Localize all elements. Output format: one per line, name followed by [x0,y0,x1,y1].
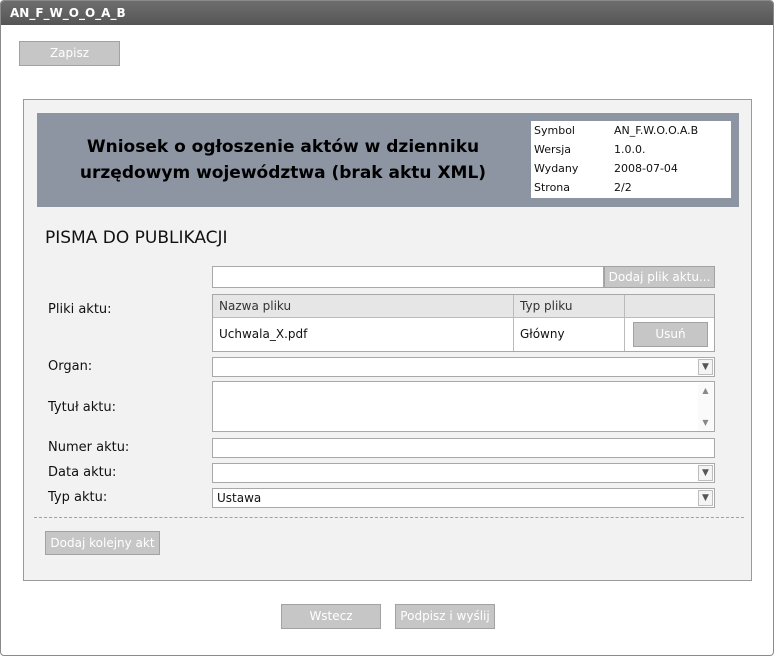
meta-value: 1.0.0. [614,143,646,156]
meta-key: Wydany [534,162,579,175]
divider [34,517,744,518]
file-name-cell: Uchwala_X.pdf [219,327,308,341]
arrow-up-icon[interactable]: ▲ [698,386,713,395]
files-table: Nazwa pliku Typ pliku Uchwala_X.pdf Głów… [212,294,715,352]
meta-key: Symbol [534,124,575,137]
form-header: Wniosek o ogłoszenie aktów w dzienniku u… [37,113,739,207]
type-label: Typ aktu: [48,490,108,505]
form-panel: Wniosek o ogłoszenie aktów w dzienniku u… [23,99,752,581]
number-input[interactable] [212,438,715,458]
date-select[interactable]: ▼ [212,463,715,483]
organ-select[interactable]: ▼ [212,357,715,377]
meta-value: 2008-07-04 [614,162,678,175]
type-select[interactable]: Ustawa ▼ [212,488,715,508]
app-window: AN_F_W_O_O_A_B Zapisz Wniosek o ogłoszen… [0,0,774,656]
add-file-button[interactable]: Dodaj plik aktu... [604,266,715,288]
section-title: PISMA DO PUBLIKACJI [45,228,228,248]
table-header: Nazwa pliku Typ pliku [213,295,714,318]
meta-key: Wersja [534,143,572,156]
add-another-act-button[interactable]: Dodaj kolejny akt [45,531,160,555]
title-textarea[interactable]: ▲ ▼ [212,381,715,432]
title-label: Tytuł aktu: [48,400,116,415]
meta-value: 2/2 [614,181,632,194]
form-title-line1: Wniosek o ogłoszenie aktów w dzienniku [86,137,480,157]
arrow-down-icon[interactable]: ▼ [698,418,713,427]
remove-file-button[interactable]: Usuń [633,322,708,347]
column-header-type: Typ pliku [520,299,573,313]
meta-value: AN_F.W.O.O.A.B [614,124,699,137]
date-label: Data aktu: [48,465,117,480]
back-button[interactable]: Wstecz [281,604,381,629]
file-path-input[interactable] [212,266,604,288]
organ-label: Organ: [48,359,93,374]
sign-and-send-button[interactable]: Podpisz i wyślij [395,604,495,629]
column-divider [624,295,625,351]
form-title-line2: urzędowym województwa (brak aktu XML) [79,163,487,183]
save-button[interactable]: Zapisz [19,41,120,66]
window-title: AN_F_W_O_O_A_B [1,1,773,25]
form-title: Wniosek o ogłoszenie aktów w dzienniku u… [37,113,529,207]
document-meta: Symbol AN_F.W.O.O.A.B Wersja 1.0.0. Wyda… [531,121,731,198]
title-scrollbar[interactable]: ▲ ▼ [698,383,713,430]
chevron-down-icon[interactable]: ▼ [698,490,713,506]
chevron-down-icon[interactable]: ▼ [698,465,713,481]
files-label: Pliki aktu: [48,302,112,317]
chevron-down-icon[interactable]: ▼ [698,359,713,375]
type-select-value: Ustawa [217,491,262,505]
file-type-cell: Główny [520,327,565,341]
number-label: Numer aktu: [48,440,130,455]
meta-key: Strona [534,181,571,194]
column-header-name: Nazwa pliku [219,299,292,313]
